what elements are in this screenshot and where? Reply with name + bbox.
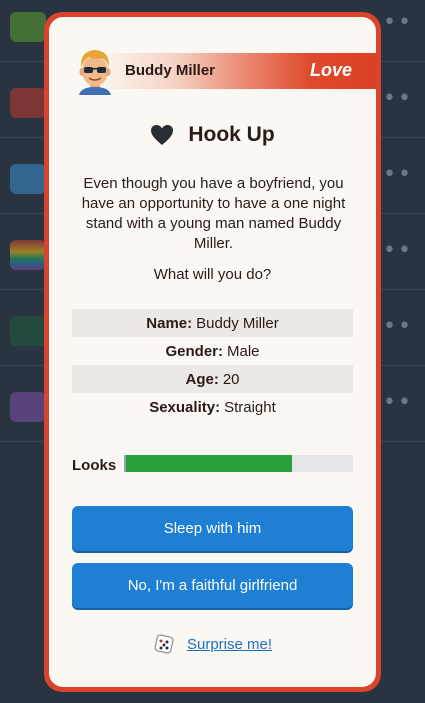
- info-value: Male: [227, 342, 260, 360]
- rainbow-flag-icon: [10, 240, 46, 270]
- info-label: Gender:: [165, 342, 223, 360]
- avatar: [79, 50, 111, 95]
- info-row-name: Name: Buddy Miller: [72, 309, 353, 337]
- info-value: 20: [222, 370, 240, 388]
- info-label: Age:: [185, 370, 219, 388]
- looks-bar-fill: [126, 455, 292, 472]
- surprise-me-link[interactable]: Surprise me!: [187, 636, 272, 653]
- looks-bar: [124, 455, 353, 472]
- devil-icon: [10, 392, 46, 422]
- info-value: Buddy Miller: [196, 314, 279, 332]
- star-icon: [10, 12, 46, 42]
- sleep-with-him-button[interactable]: Sleep with him: [72, 506, 353, 551]
- modal-title: Hook Up: [188, 123, 275, 146]
- title-row: Hook Up: [49, 123, 376, 147]
- dice-icon: [154, 634, 174, 654]
- info-row-age: Age: 20: [72, 365, 353, 393]
- info-label: Sexuality:: [149, 398, 221, 416]
- faithful-girlfriend-button[interactable]: No, I'm a faithful girlfriend: [72, 563, 353, 608]
- surprise-me-row[interactable]: Surprise me!: [49, 633, 376, 655]
- hookup-modal: Buddy Miller Love Hook Up Even though yo…: [44, 12, 381, 692]
- looks-label: Looks: [72, 457, 117, 474]
- info-value: Straight: [224, 398, 276, 416]
- person-info-table: Name: Buddy Miller Gender: Male Age: 20 …: [72, 309, 353, 421]
- transfer-icon: [10, 164, 46, 194]
- black-heart-icon: [151, 125, 174, 145]
- scenario-question: What will you do?: [153, 266, 272, 283]
- heart-icon: [10, 316, 46, 346]
- scenario-description: Even though you have a boyfriend, you ha…: [81, 175, 346, 252]
- modal-content: Buddy Miller Love Hook Up Even though yo…: [49, 17, 376, 687]
- heart-icon: [10, 88, 46, 118]
- header-name: Buddy Miller: [125, 62, 216, 79]
- info-row-sexuality: Sexuality: Straight: [72, 393, 353, 421]
- category-label: Love: [309, 60, 352, 80]
- info-label: Name:: [146, 314, 193, 332]
- info-row-gender: Gender: Male: [72, 337, 353, 365]
